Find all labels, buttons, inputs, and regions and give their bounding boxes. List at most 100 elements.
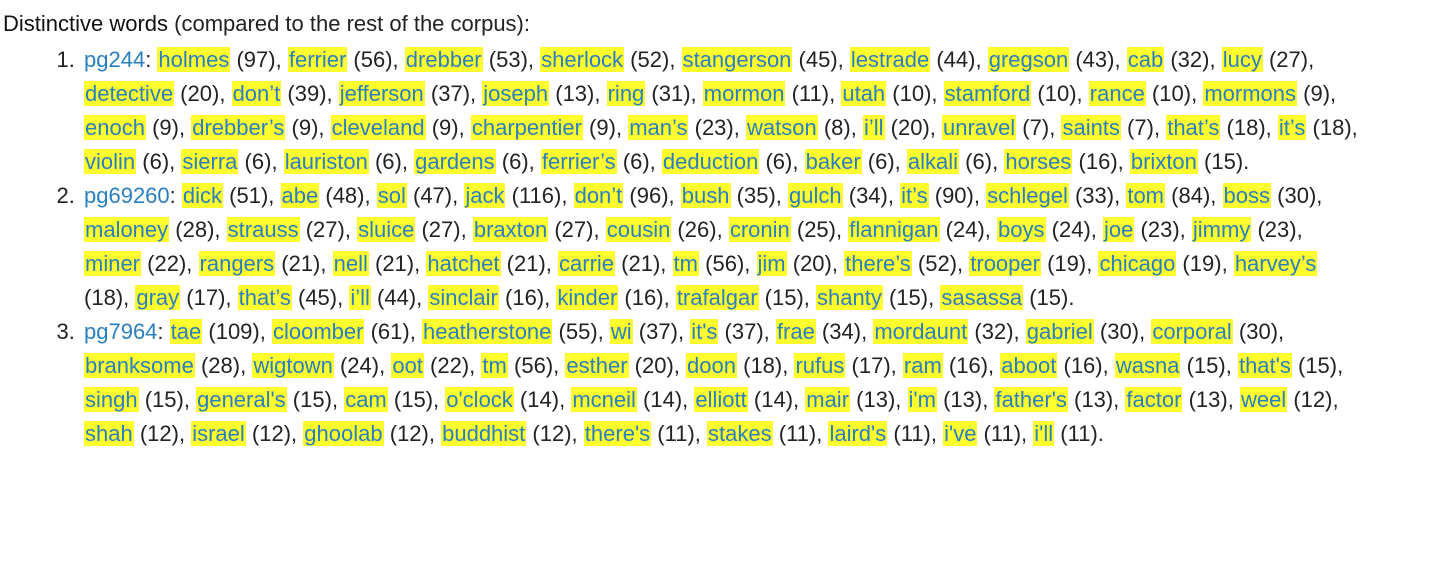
distinctive-word[interactable]: detective	[84, 81, 175, 106]
distinctive-word[interactable]: sasassa	[940, 285, 1024, 310]
distinctive-word[interactable]: gregson	[987, 47, 1070, 72]
distinctive-word[interactable]: aboot	[1000, 353, 1058, 378]
distinctive-word[interactable]: i'll	[1033, 421, 1055, 446]
distinctive-word[interactable]: unravel	[942, 115, 1017, 140]
distinctive-word[interactable]: gray	[135, 285, 181, 310]
distinctive-word[interactable]: corporal	[1151, 319, 1233, 344]
distinctive-word[interactable]: father's	[994, 387, 1068, 412]
distinctive-word[interactable]: buddhist	[441, 421, 527, 446]
distinctive-word[interactable]: i’ll	[862, 115, 885, 140]
distinctive-word[interactable]: sierra	[181, 149, 239, 174]
distinctive-word[interactable]: brixton	[1129, 149, 1198, 174]
distinctive-word[interactable]: mormons	[1203, 81, 1297, 106]
distinctive-word[interactable]: baker	[804, 149, 862, 174]
distinctive-word[interactable]: jim	[756, 251, 787, 276]
distinctive-word[interactable]: that’s	[237, 285, 292, 310]
distinctive-word[interactable]: it’s	[900, 183, 929, 208]
distinctive-word[interactable]: wi	[609, 319, 633, 344]
distinctive-word[interactable]: mair	[805, 387, 851, 412]
distinctive-word[interactable]: factor	[1125, 387, 1183, 412]
distinctive-word[interactable]: mcneil	[571, 387, 637, 412]
distinctive-word[interactable]: enoch	[84, 115, 146, 140]
distinctive-word[interactable]: singh	[84, 387, 139, 412]
distinctive-word[interactable]: it's	[690, 319, 719, 344]
distinctive-word[interactable]: tm	[672, 251, 699, 276]
distinctive-word[interactable]: charpentier	[470, 115, 583, 140]
distinctive-word[interactable]: i’ll	[349, 285, 371, 310]
distinctive-word[interactable]: there’s	[844, 251, 912, 276]
distinctive-word[interactable]: kinder	[556, 285, 619, 310]
distinctive-word[interactable]: cousin	[605, 217, 672, 242]
distinctive-word[interactable]: jimmy	[1191, 217, 1252, 242]
distinctive-word[interactable]: tom	[1126, 183, 1166, 208]
distinctive-word[interactable]: watson	[745, 115, 818, 140]
distinctive-word[interactable]: stangerson	[681, 47, 793, 72]
distinctive-word[interactable]: gabriel	[1025, 319, 1094, 344]
distinctive-word[interactable]: strauss	[226, 217, 300, 242]
distinctive-word[interactable]: bush	[680, 183, 731, 208]
document-link[interactable]: pg244	[84, 47, 145, 72]
distinctive-word[interactable]: braxton	[472, 217, 549, 242]
distinctive-word[interactable]: israel	[191, 421, 246, 446]
distinctive-word[interactable]: drebber’s	[191, 115, 286, 140]
distinctive-word[interactable]: sluice	[357, 217, 416, 242]
distinctive-word[interactable]: drebber	[404, 47, 483, 72]
distinctive-word[interactable]: lucy	[1221, 47, 1263, 72]
distinctive-word[interactable]: elliott	[694, 387, 748, 412]
distinctive-word[interactable]: i'm	[907, 387, 937, 412]
distinctive-word[interactable]: doon	[686, 353, 737, 378]
distinctive-word[interactable]: mordaunt	[873, 319, 969, 344]
distinctive-word[interactable]: harvey’s	[1233, 251, 1318, 276]
distinctive-word[interactable]: nell	[332, 251, 369, 276]
document-link[interactable]: pg7964	[84, 319, 157, 344]
distinctive-word[interactable]: horses	[1004, 149, 1073, 174]
distinctive-word[interactable]: shah	[84, 421, 134, 446]
distinctive-word[interactable]: violin	[84, 149, 137, 174]
distinctive-word[interactable]: deduction	[661, 149, 760, 174]
distinctive-word[interactable]: joseph	[482, 81, 550, 106]
distinctive-word[interactable]: ferrier’s	[540, 149, 617, 174]
distinctive-word[interactable]: rance	[1088, 81, 1146, 106]
distinctive-word[interactable]: boys	[997, 217, 1046, 242]
distinctive-word[interactable]: lauriston	[283, 149, 369, 174]
distinctive-word[interactable]: laird's	[828, 421, 888, 446]
distinctive-word[interactable]: jack	[464, 183, 506, 208]
distinctive-word[interactable]: that’s	[1166, 115, 1221, 140]
distinctive-word[interactable]: there's	[583, 421, 652, 446]
distinctive-word[interactable]: ghoolab	[303, 421, 384, 446]
distinctive-word[interactable]: sol	[376, 183, 407, 208]
distinctive-word[interactable]: trafalgar	[675, 285, 759, 310]
distinctive-word[interactable]: wigtown	[252, 353, 334, 378]
distinctive-word[interactable]: cloomber	[271, 319, 365, 344]
distinctive-word[interactable]: man’s	[628, 115, 689, 140]
distinctive-word[interactable]: lestrade	[849, 47, 931, 72]
distinctive-word[interactable]: ring	[606, 81, 646, 106]
distinctive-word[interactable]: oot	[391, 353, 424, 378]
distinctive-word[interactable]: weel	[1239, 387, 1288, 412]
distinctive-word[interactable]: chicago	[1098, 251, 1177, 276]
distinctive-word[interactable]: carrie	[558, 251, 616, 276]
distinctive-word[interactable]: trooper	[969, 251, 1041, 276]
distinctive-word[interactable]: sherlock	[540, 47, 625, 72]
distinctive-word[interactable]: holmes	[157, 47, 231, 72]
distinctive-word[interactable]: abe	[280, 183, 320, 208]
distinctive-word[interactable]: ferrier	[287, 47, 348, 72]
distinctive-word[interactable]: branksome	[84, 353, 195, 378]
distinctive-word[interactable]: miner	[84, 251, 142, 276]
distinctive-word[interactable]: heatherstone	[421, 319, 553, 344]
distinctive-word[interactable]: sinclair	[428, 285, 499, 310]
distinctive-word[interactable]: utah	[841, 81, 887, 106]
distinctive-word[interactable]: i've	[943, 421, 978, 446]
distinctive-word[interactable]: maloney	[84, 217, 170, 242]
distinctive-word[interactable]: jefferson	[338, 81, 425, 106]
distinctive-word[interactable]: rufus	[794, 353, 846, 378]
distinctive-word[interactable]: alkali	[906, 149, 960, 174]
distinctive-word[interactable]: saints	[1061, 115, 1121, 140]
distinctive-word[interactable]: cab	[1126, 47, 1165, 72]
distinctive-word[interactable]: boss	[1222, 183, 1271, 208]
distinctive-word[interactable]: flannigan	[848, 217, 940, 242]
distinctive-word[interactable]: dick	[181, 183, 224, 208]
distinctive-word[interactable]: rangers	[198, 251, 276, 276]
distinctive-word[interactable]: it’s	[1277, 115, 1307, 140]
distinctive-word[interactable]: cronin	[728, 217, 791, 242]
